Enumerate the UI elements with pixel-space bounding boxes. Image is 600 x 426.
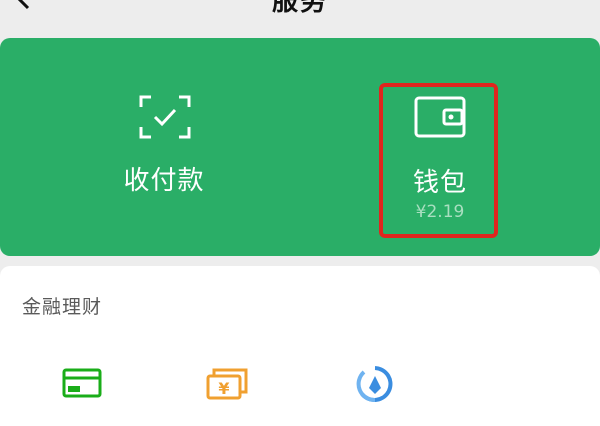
wallet-balance: ¥2.19 [415, 202, 465, 222]
credit-card-icon[interactable] [54, 364, 104, 404]
scan-payment-icon [139, 95, 191, 139]
wallet-icon [414, 96, 466, 138]
section-title: 金融理财 [22, 296, 103, 318]
wealth-management-icon[interactable]: ¥ [202, 364, 252, 404]
receive-pay-label: 收付款 [123, 166, 205, 196]
wallet-label: 钱包 [412, 168, 468, 198]
finance-panel: 金融理财 ¥ [0, 266, 600, 426]
top-bar: 服务 [0, 0, 600, 38]
pay-wallet-card: 收付款 钱包 ¥2.19 [0, 38, 600, 256]
page-title: 服务 [271, 0, 328, 17]
wallet-button[interactable]: 钱包 ¥2.19 [300, 38, 600, 256]
insurance-icon[interactable] [350, 364, 400, 404]
svg-text:¥: ¥ [218, 379, 229, 398]
receive-pay-button[interactable]: 收付款 [0, 38, 300, 256]
